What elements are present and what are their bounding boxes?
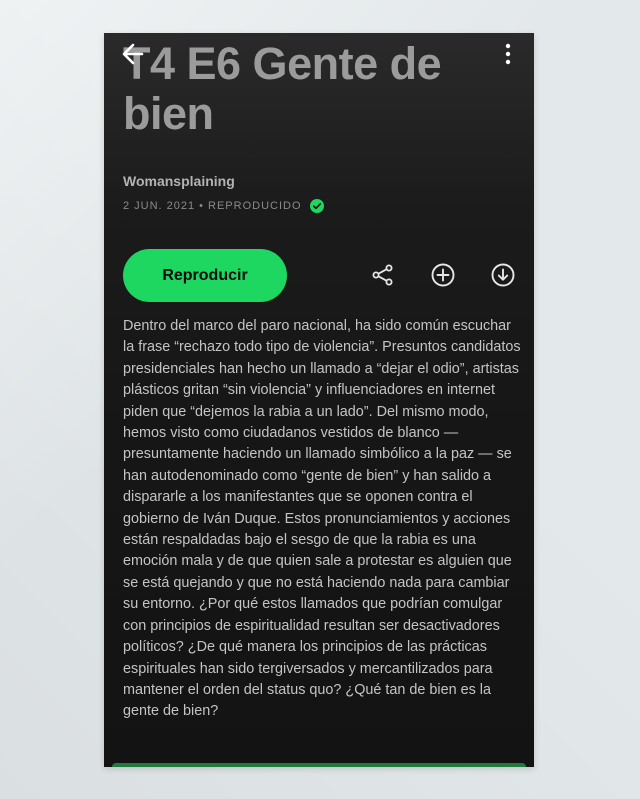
- share-icon[interactable]: [370, 262, 396, 288]
- download-icon[interactable]: [490, 262, 516, 288]
- played-check-icon: [309, 199, 324, 213]
- more-options-icon[interactable]: [500, 39, 516, 69]
- episode-description: Dentro del marco del paro nacional, ha s…: [123, 318, 521, 720]
- show-name-link[interactable]: Womansplaining: [123, 173, 235, 189]
- episode-screen: T4 E6 Gente de bien Womansplaining 2 JUN…: [104, 33, 534, 767]
- back-arrow-icon[interactable]: [118, 39, 148, 69]
- episode-date: 2 JUN. 2021: [123, 200, 196, 212]
- episode-meta: 2 JUN. 2021 • REPRODUCIDO: [123, 199, 324, 213]
- play-button[interactable]: Reproducir: [123, 249, 287, 302]
- bottom-player-bar[interactable]: [112, 763, 526, 767]
- played-status: REPRODUCIDO: [208, 200, 302, 212]
- meta-separator: •: [199, 200, 205, 212]
- add-circle-icon[interactable]: [430, 262, 456, 288]
- episode-title: T4 E6 Gente de bien: [123, 38, 442, 139]
